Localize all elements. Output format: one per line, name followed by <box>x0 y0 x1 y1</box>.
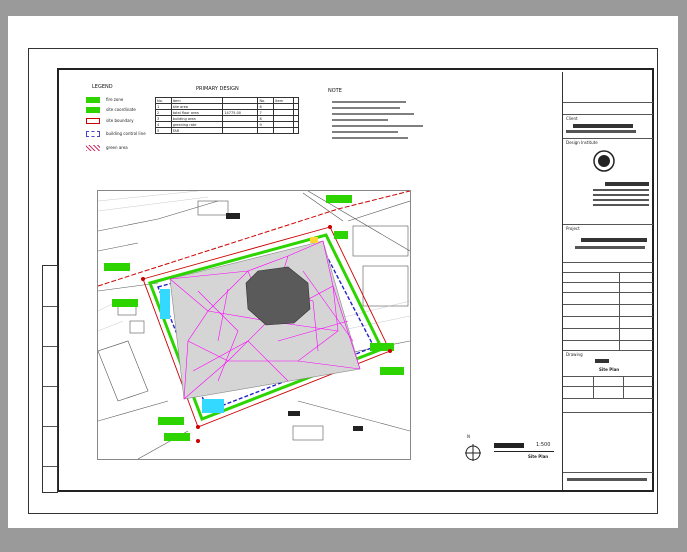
revision-strip <box>42 265 58 493</box>
project-name <box>581 238 647 242</box>
plan-scale: 1:500 <box>536 442 551 448</box>
footer-note <box>567 478 647 481</box>
north-label: N <box>467 434 470 439</box>
legend-item: fire zone <box>86 97 123 103</box>
area-table-title: PRIMARY DESIGN <box>196 86 239 92</box>
fire-zone-swatch <box>86 97 100 103</box>
site-boundary-swatch <box>86 118 100 124</box>
legend-item: site coordinate <box>86 107 136 113</box>
green-area-swatch <box>86 145 100 151</box>
project-label: Project <box>566 226 580 231</box>
north-arrow-icon <box>465 444 481 461</box>
plan-title-en: Site Plan <box>528 454 549 459</box>
legend-label: fire zone <box>106 97 124 102</box>
institute-address <box>593 189 649 191</box>
legend-item: green area <box>86 145 128 151</box>
notes-block: NOTE <box>328 88 438 146</box>
institute-seal-icon <box>593 150 615 172</box>
legend-item: building control line <box>86 131 146 137</box>
legend-label: site boundary <box>106 118 134 123</box>
site-plan-drawing[interactable] <box>97 190 411 460</box>
legend-label: building control line <box>106 131 146 136</box>
plan-title-cn-mark <box>494 443 524 448</box>
legend-item: site boundary <box>86 118 134 124</box>
client-name-en <box>566 130 636 133</box>
legend-label: green area <box>106 145 128 150</box>
plan-title-underline <box>494 451 554 452</box>
notes-text-lines <box>332 101 423 139</box>
site-plan-svg <box>98 191 410 459</box>
notes-title: NOTE <box>328 88 342 94</box>
client-label: Client <box>566 116 578 121</box>
title-block: Client Design Institute Project Drawing … <box>562 72 653 490</box>
control-line-swatch <box>86 131 100 137</box>
institute-name <box>605 182 649 186</box>
legend-label: site coordinate <box>106 107 136 112</box>
legend-title: LEGEND <box>92 84 113 90</box>
design-institute-label: Design Institute <box>566 140 598 145</box>
table-row: 5 FAR <box>155 127 300 134</box>
area-table: No. item No. item 1 site area 6 2 total floor … <box>155 97 300 134</box>
drawing-title-cn <box>595 359 609 363</box>
drawing-label: Drawing <box>566 352 583 357</box>
client-name <box>573 124 633 128</box>
drawing-title-en: Site Plan <box>599 367 620 372</box>
coordinate-swatch <box>86 107 100 113</box>
